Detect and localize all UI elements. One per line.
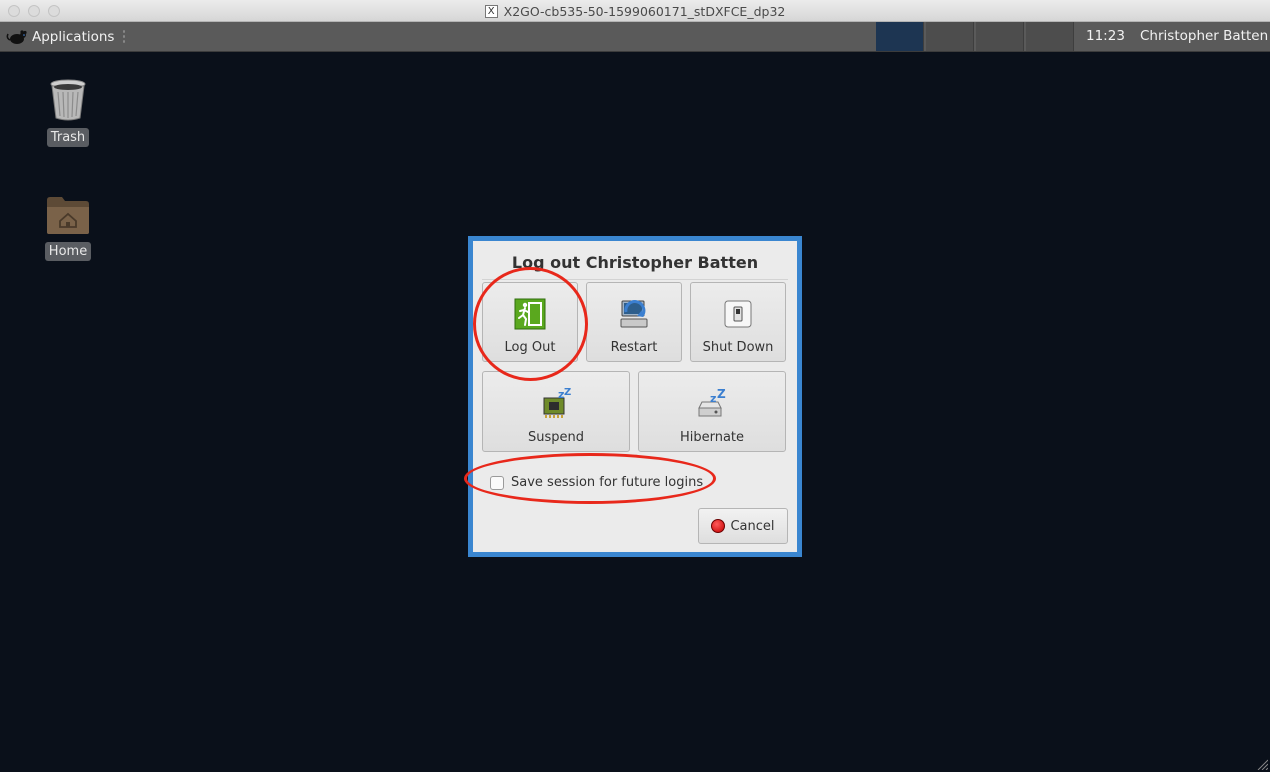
save-session-checkbox[interactable] [490, 475, 504, 490]
power-switch-icon [724, 300, 752, 328]
xfce-mouse-icon [6, 29, 27, 44]
applications-label: Applications [32, 28, 115, 45]
desktop-icon-trash[interactable]: Trash [44, 78, 92, 147]
workspace-2-button[interactable] [926, 22, 974, 51]
log-out-button[interactable]: Log Out [482, 282, 578, 362]
trash-icon [50, 79, 86, 121]
shut-down-label: Shut Down [702, 340, 774, 355]
resize-grip-icon[interactable] [1256, 758, 1268, 770]
hibernate-button[interactable]: z Z Hibernate [638, 371, 786, 452]
window-titlebar: X X2GO-cb535-50-1599060171_stDXFCE_dp32 [0, 0, 1270, 22]
logout-dialog: Log out Christopher Batten Log Out Resta… [468, 236, 802, 557]
suspend-chip-icon: z Z [543, 388, 571, 418]
restart-label: Restart [610, 340, 658, 355]
x11-app-icon: X [484, 4, 498, 18]
save-session-option[interactable]: Save session for future logins [490, 475, 703, 490]
suspend-button[interactable]: z Z Suspend [482, 371, 630, 452]
save-session-label[interactable]: Save session for future logins [511, 475, 703, 490]
workspace-3-button[interactable] [976, 22, 1024, 51]
home-folder-icon [47, 197, 89, 234]
restart-button[interactable]: Restart [586, 282, 682, 362]
panel-drag-handle[interactable] [122, 29, 126, 45]
window-title: X2GO-cb535-50-1599060171_stDXFCE_dp32 [503, 3, 786, 19]
top-panel: Applications 11:23 Christopher Batten [0, 22, 1270, 52]
workspace-1-button[interactable] [876, 22, 924, 51]
svg-text:Z: Z [717, 388, 726, 401]
stop-icon [711, 519, 726, 533]
hibernate-disk-icon: z Z [698, 388, 726, 417]
dialog-title: Log out Christopher Batten [511, 253, 759, 272]
svg-text:z: z [710, 392, 716, 405]
log-out-label: Log Out [504, 340, 556, 355]
suspend-label: Suspend [527, 430, 584, 445]
svg-text:Z: Z [564, 388, 571, 398]
restart-icon [620, 300, 648, 328]
shut-down-button[interactable]: Shut Down [690, 282, 786, 362]
cancel-button[interactable]: Cancel [698, 508, 788, 544]
workspace-4-button[interactable] [1026, 22, 1074, 51]
title-divider [482, 279, 788, 280]
hibernate-label: Hibernate [679, 430, 745, 445]
panel-user-menu[interactable]: Christopher Batten [1140, 22, 1268, 51]
applications-menu-button[interactable]: Applications [6, 22, 114, 51]
panel-clock[interactable]: 11:23 [1086, 22, 1125, 51]
desktop-icon-label: Home [44, 242, 92, 261]
desktop-icon-label: Trash [46, 128, 90, 147]
desktop-icon-home[interactable]: Home [42, 194, 94, 261]
exit-icon [514, 298, 546, 330]
cancel-label: Cancel [730, 518, 775, 534]
